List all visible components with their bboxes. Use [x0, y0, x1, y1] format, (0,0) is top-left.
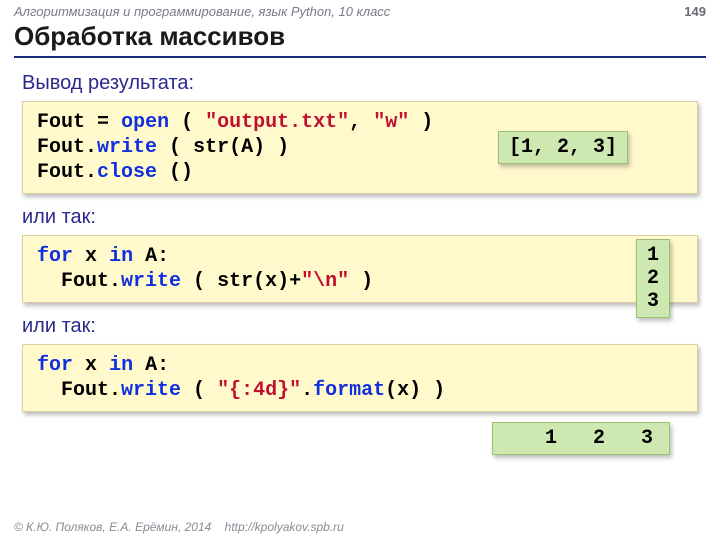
tok: ,: [349, 111, 361, 134]
tok: Fout.: [37, 270, 121, 293]
footer: © К.Ю. Поляков, Е.А. Ерёмин, 2014 http:/…: [14, 520, 344, 534]
code-block-2: for x in A: Fout.write ( str(x)+"\n" ): [22, 235, 698, 303]
tok: x: [85, 354, 97, 377]
tok: (: [193, 379, 205, 402]
section-1-label: Вывод результата:: [0, 66, 720, 101]
tok: (: [193, 270, 205, 293]
footer-url: http://kpolyakov.spb.ru: [225, 520, 344, 534]
tok: (): [169, 161, 193, 184]
tok: +: [289, 270, 301, 293]
title-rule: [14, 56, 706, 58]
tok: for: [37, 245, 73, 268]
tok: write: [97, 136, 157, 159]
tok: (: [169, 136, 181, 159]
tok: Fout.: [37, 136, 97, 159]
section-2-label: или так:: [0, 200, 720, 235]
output-box-2: 1 2 3: [636, 239, 670, 318]
tok: open: [121, 111, 169, 134]
tok: (x): [385, 379, 421, 402]
tok: "\n": [301, 270, 349, 293]
code-block-2-wrap: for x in A: Fout.write ( str(x)+"\n" ) 1…: [22, 235, 698, 303]
page-number: 149: [684, 4, 706, 19]
tok: write: [121, 270, 181, 293]
tok: close: [97, 161, 157, 184]
tok: ): [277, 136, 289, 159]
code-block-3-wrap: for x in A: Fout.write ( "{:4d}".format(…: [22, 344, 698, 412]
tok: "w": [373, 111, 409, 134]
tok: Fout: [37, 111, 85, 134]
tok: A:: [145, 245, 169, 268]
tok: x: [85, 245, 97, 268]
tok: Fout.: [37, 379, 121, 402]
code-block-1-wrap: Fout = open ( "output.txt", "w" ) Fout.w…: [22, 101, 698, 194]
tok: format: [313, 379, 385, 402]
header-bar: Алгоритмизация и программирование, язык …: [0, 0, 720, 21]
output-box-3: 1 2 3: [492, 422, 670, 455]
tok: A:: [145, 354, 169, 377]
output-box-1: [1, 2, 3]: [498, 131, 628, 164]
page-title: Обработка массивов: [0, 21, 720, 56]
tok: .: [301, 379, 313, 402]
tok: in: [109, 245, 133, 268]
output-3-wrap: 1 2 3: [22, 422, 698, 462]
code-block-3: for x in A: Fout.write ( "{:4d}".format(…: [22, 344, 698, 412]
tok: in: [109, 354, 133, 377]
copyright: © К.Ю. Поляков, Е.А. Ерёмин, 2014: [14, 520, 211, 534]
tok: Fout.: [37, 161, 97, 184]
tok: "{:4d}": [217, 379, 301, 402]
tok: write: [121, 379, 181, 402]
tok: (: [181, 111, 193, 134]
tok: ): [421, 111, 433, 134]
tok: =: [97, 111, 109, 134]
tok: "output.txt": [205, 111, 349, 134]
tok: str(A): [193, 136, 265, 159]
course-label: Алгоритмизация и программирование, язык …: [14, 4, 390, 19]
tok: ): [361, 270, 373, 293]
tok: ): [433, 379, 445, 402]
tok: str(x): [217, 270, 289, 293]
section-3-label: или так:: [0, 309, 720, 344]
tok: for: [37, 354, 73, 377]
